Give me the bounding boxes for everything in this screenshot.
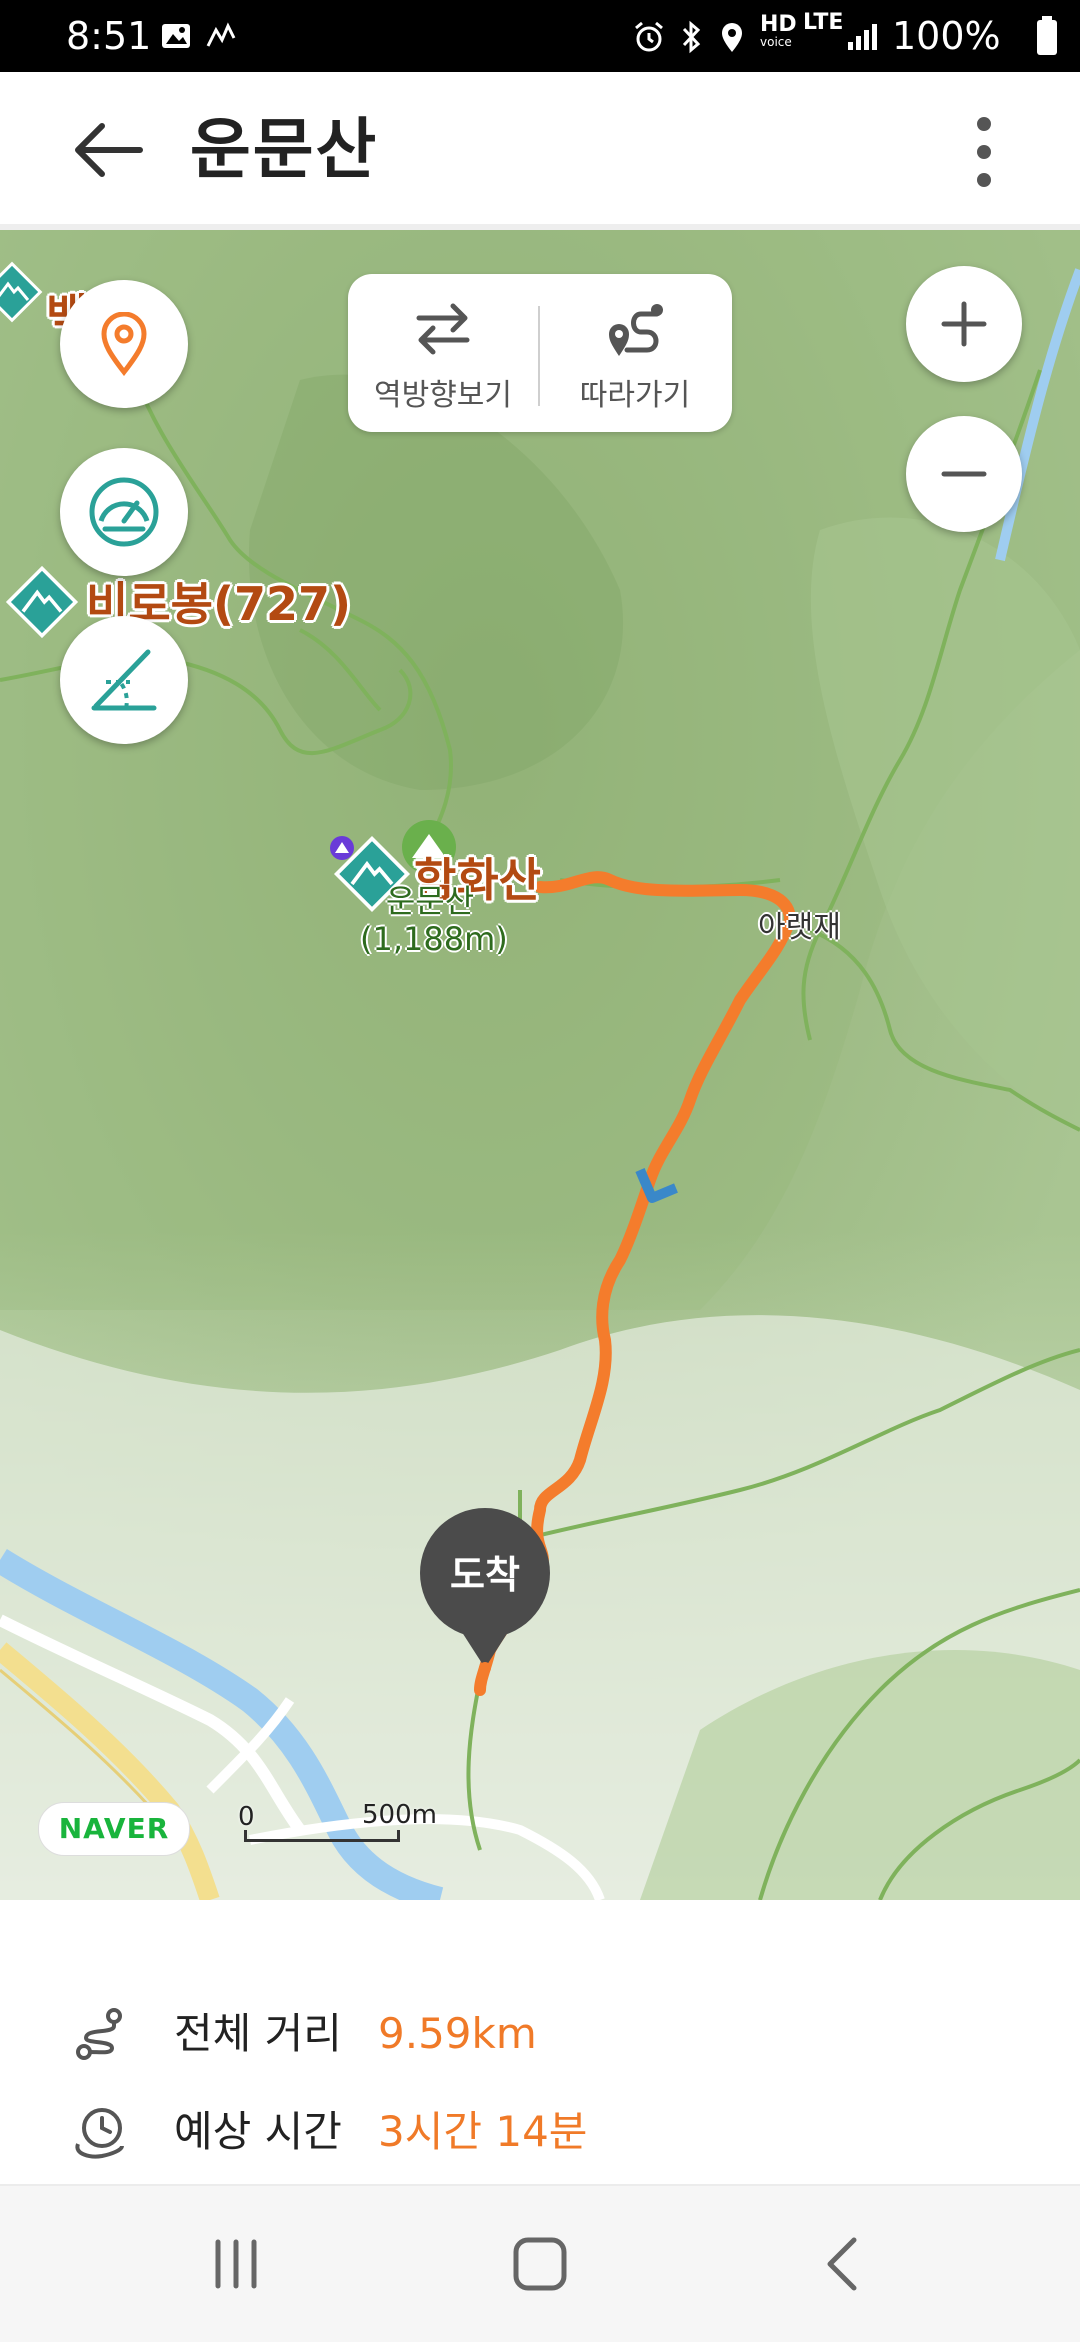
mountain-name: 운문산 [385, 882, 475, 920]
page-title: 운문산 [190, 111, 379, 188]
activity-icon [206, 22, 236, 47]
arrow-left-icon[interactable] [72, 122, 144, 178]
pass-label: 아랫재 [758, 910, 841, 945]
hd-voice-indicator: HD voice [760, 12, 797, 49]
reverse-direction-button[interactable]: 역방향보기 [348, 274, 538, 432]
mountain-marker-icon[interactable] [0, 260, 44, 324]
more-vertical-icon[interactable] [970, 116, 998, 188]
speed-button[interactable] [60, 448, 188, 576]
time-label: 예상 시간 [174, 2107, 342, 2156]
home-icon[interactable] [508, 2232, 572, 2296]
minus-icon [941, 471, 987, 477]
plus-icon [941, 301, 987, 347]
scale-bar [244, 1830, 400, 1842]
scale-distance-label: 500m [362, 1800, 437, 1830]
battery-icon [1037, 16, 1057, 55]
mountain-label-unmun: 운문산 (1,188m) [360, 882, 508, 958]
arrival-marker[interactable]: 도착 [420, 1508, 550, 1678]
location-icon [722, 23, 742, 52]
signal-icon [848, 24, 877, 50]
gallery-icon [162, 24, 190, 48]
recent-apps-icon[interactable] [204, 2232, 268, 2296]
distance-row: 전체 거리 9.59km [0, 1994, 1080, 2074]
slope-icon [91, 649, 157, 711]
alarm-icon [635, 21, 663, 52]
route-toggle-group: 역방향보기 따라가기 [348, 274, 732, 432]
estimated-time-icon [75, 2108, 124, 2159]
zoom-in-button[interactable] [906, 266, 1022, 382]
time-row: 예상 시간 3시간 14분 [0, 2092, 1080, 2172]
app-bar: 운문산 [0, 72, 1080, 230]
bluetooth-icon [682, 20, 701, 54]
my-location-button[interactable] [60, 280, 188, 408]
location-pin-icon [101, 312, 147, 376]
distance-label: 전체 거리 [174, 2009, 342, 2058]
system-nav-bar [0, 2184, 1080, 2342]
arrival-label: 도착 [450, 1553, 520, 1597]
zoom-out-button[interactable] [906, 416, 1022, 532]
lte-indicator: LTE [803, 10, 844, 35]
route-summary-panel: 전체 거리 9.59km 예상 시간 3시간 14분 [0, 1900, 1080, 2180]
follow-route-button[interactable]: 따라가기 [540, 274, 730, 432]
time-value: 3시간 14분 [378, 2107, 588, 2156]
speedometer-icon [89, 477, 159, 547]
follow-route-label: 따라가기 [579, 378, 691, 413]
route-distance-icon [76, 2008, 122, 2060]
scale-zero-label: 0 [238, 1802, 255, 1832]
slope-button[interactable] [60, 616, 188, 744]
status-time: 8:51 [66, 14, 152, 58]
naver-logo: NAVER [38, 1802, 190, 1856]
nav-back-icon[interactable] [810, 2232, 874, 2296]
mountain-height: (1,188m) [360, 920, 508, 958]
trail-map[interactable]: 백 비로봉(727) 함화산 운문산 (1,188m) 아랫재 도착 [0, 230, 1080, 1900]
route-follow-icon [609, 304, 663, 356]
mountain-marker-icon[interactable] [4, 564, 80, 640]
distance-value: 9.59km [378, 2009, 537, 2058]
battery-percent: 100% [892, 14, 1001, 58]
reverse-direction-label: 역방향보기 [374, 378, 512, 413]
status-bar: 8:51 HD voice LTE 100% [0, 0, 1080, 72]
swap-arrows-icon [416, 303, 470, 355]
